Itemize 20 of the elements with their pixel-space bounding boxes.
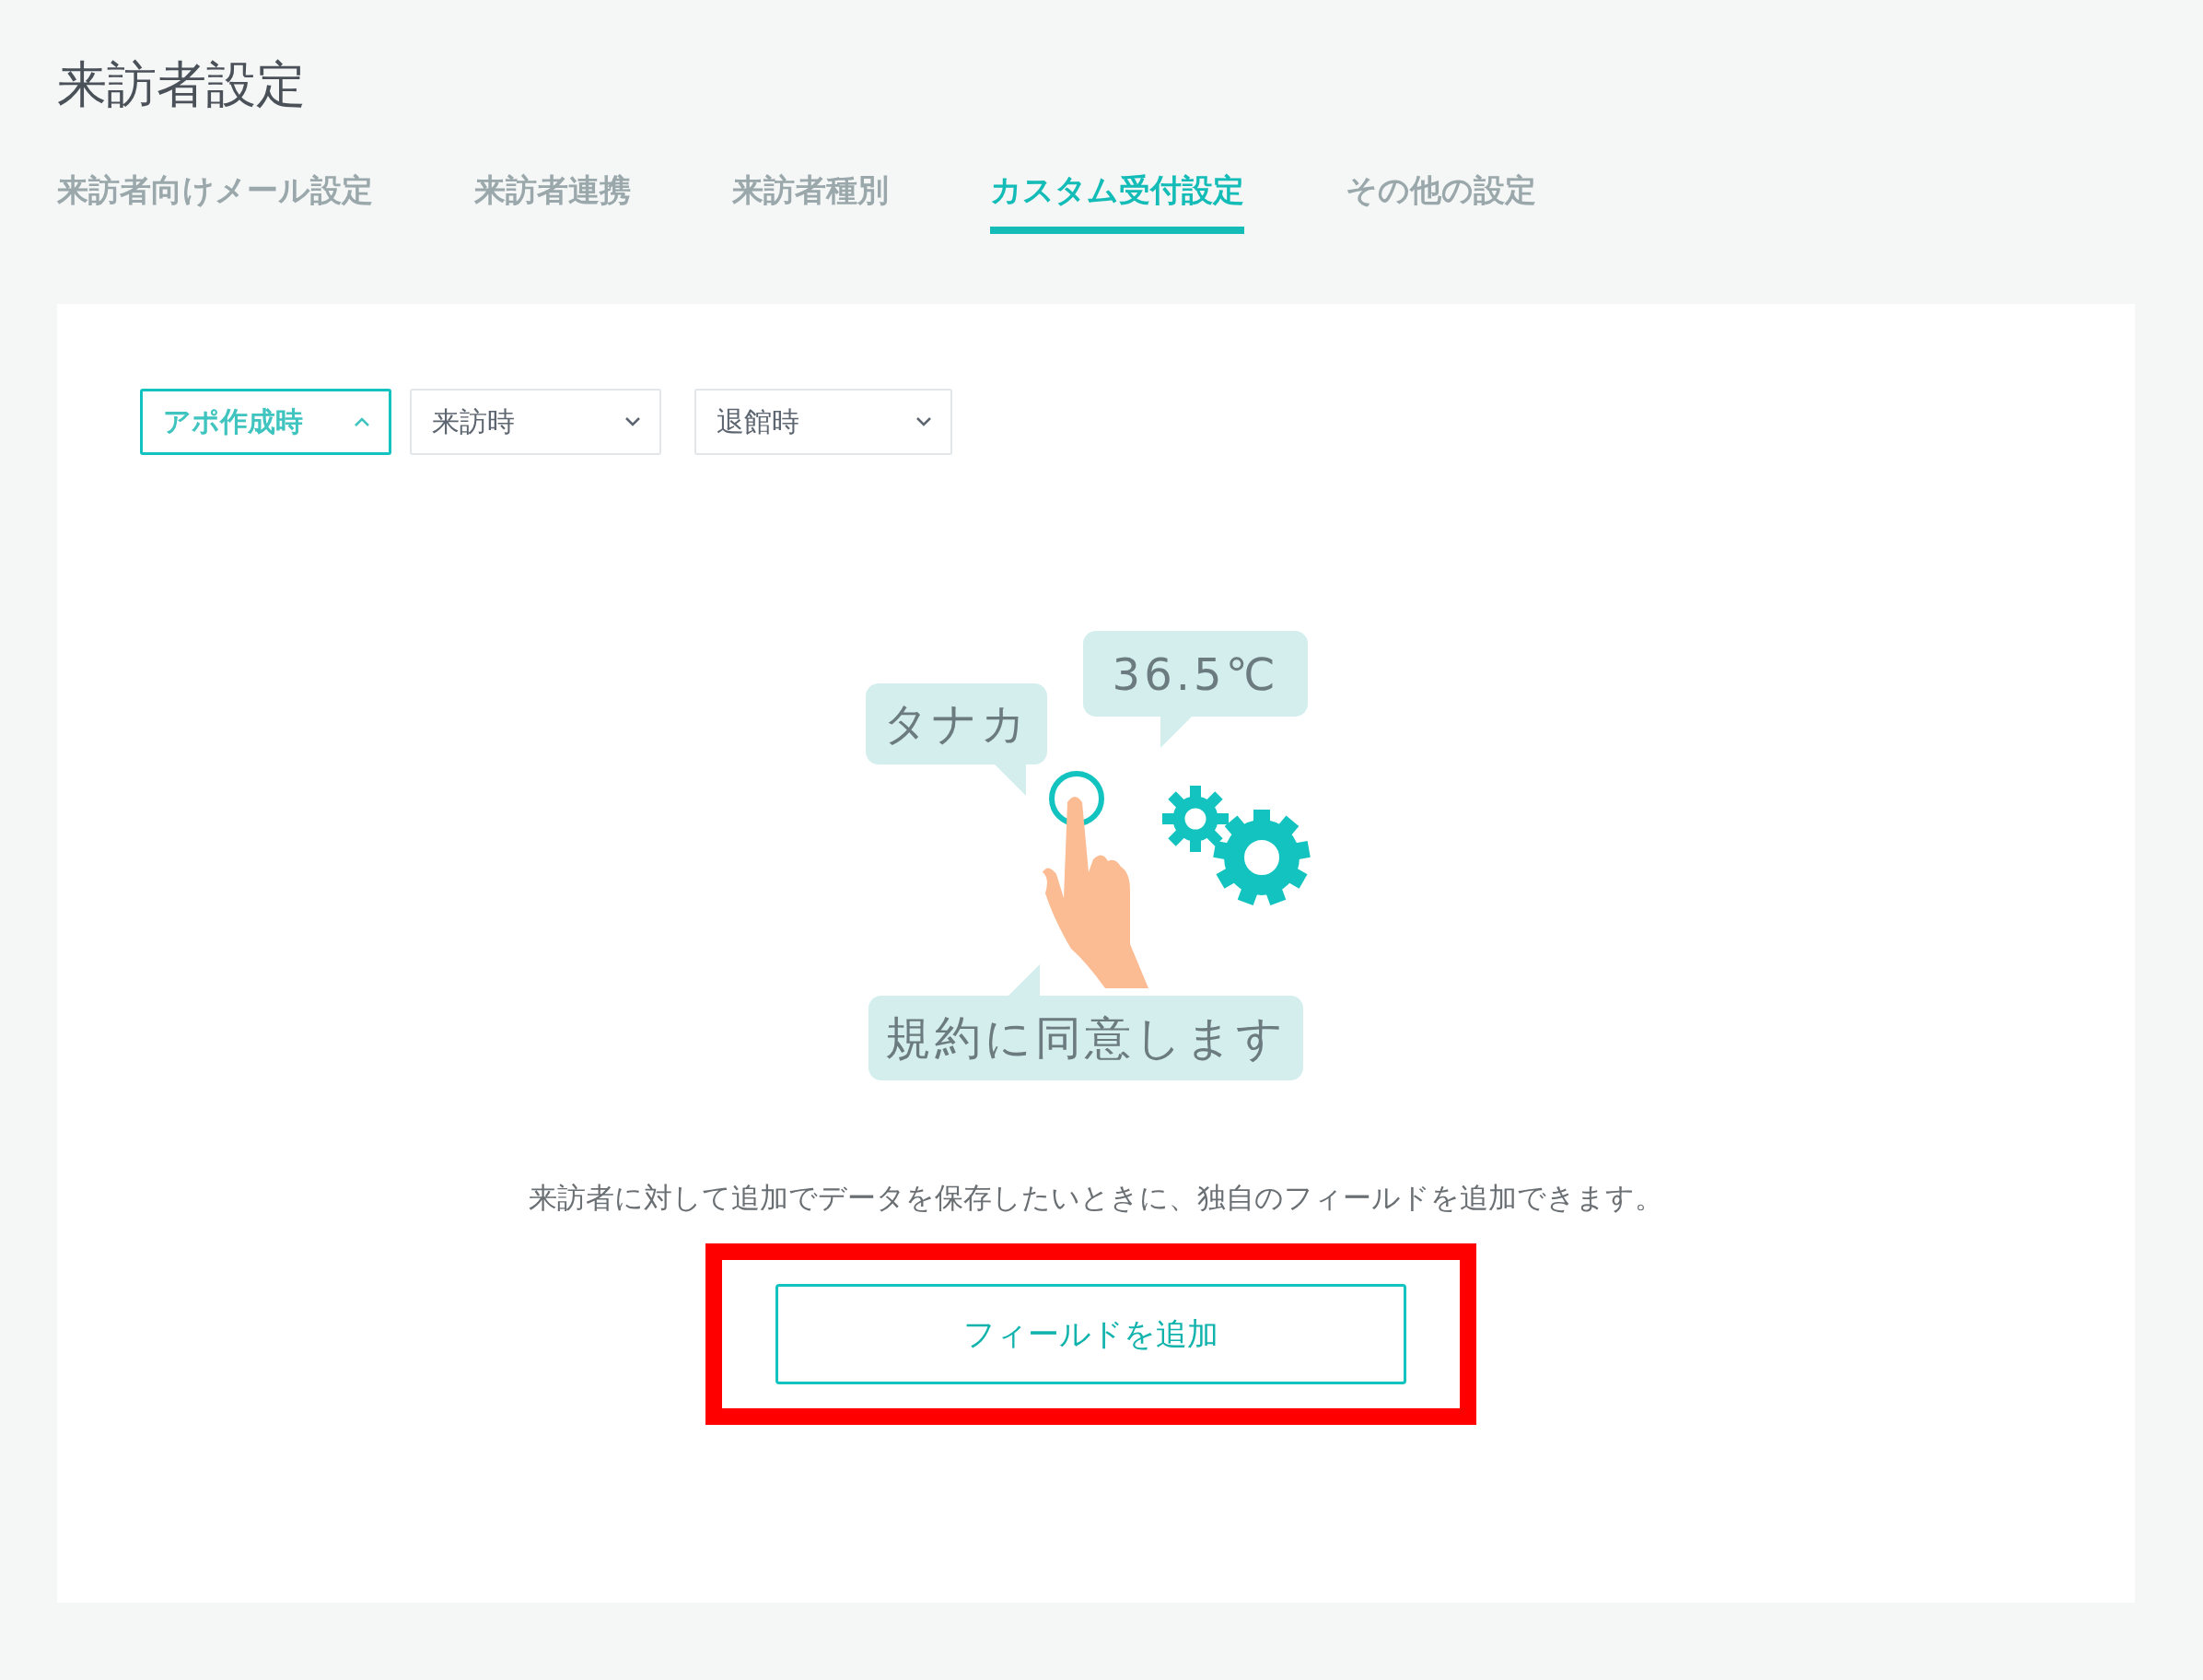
speech-bubble: タナカ bbox=[866, 683, 1047, 764]
speech-bubble: 規約に同意します bbox=[868, 996, 1303, 1080]
bubble-tail bbox=[995, 764, 1026, 796]
bubble-tail bbox=[1008, 964, 1040, 996]
tab[interactable]: 来訪者連携 bbox=[474, 169, 631, 234]
tab[interactable]: その他の設定 bbox=[1346, 169, 1536, 234]
bubble-tail bbox=[1160, 717, 1192, 748]
page-title: 来訪者設定 bbox=[57, 54, 307, 115]
tab[interactable]: 来訪者種別 bbox=[732, 169, 889, 234]
tab[interactable]: カスタム受付設定 bbox=[990, 169, 1244, 234]
tab[interactable]: 来訪者向けメール設定 bbox=[57, 169, 373, 234]
chevron-down-icon bbox=[624, 416, 641, 427]
chevron-up-icon bbox=[354, 416, 370, 427]
speech-bubble: 36.5℃ bbox=[1083, 631, 1308, 717]
chevron-down-icon bbox=[915, 416, 932, 427]
timing-dropdown[interactable]: アポ作成時 bbox=[140, 389, 391, 455]
description-text: 来訪者に対して追加でデータを保存したいときに、独自のフィールドを追加できます。 bbox=[528, 1180, 1664, 1216]
timing-dropdown[interactable]: 退館時 bbox=[694, 389, 952, 455]
timing-dropdown[interactable]: 来訪時 bbox=[410, 389, 661, 455]
add-field-button[interactable]: フィールドを追加 bbox=[775, 1284, 1406, 1384]
